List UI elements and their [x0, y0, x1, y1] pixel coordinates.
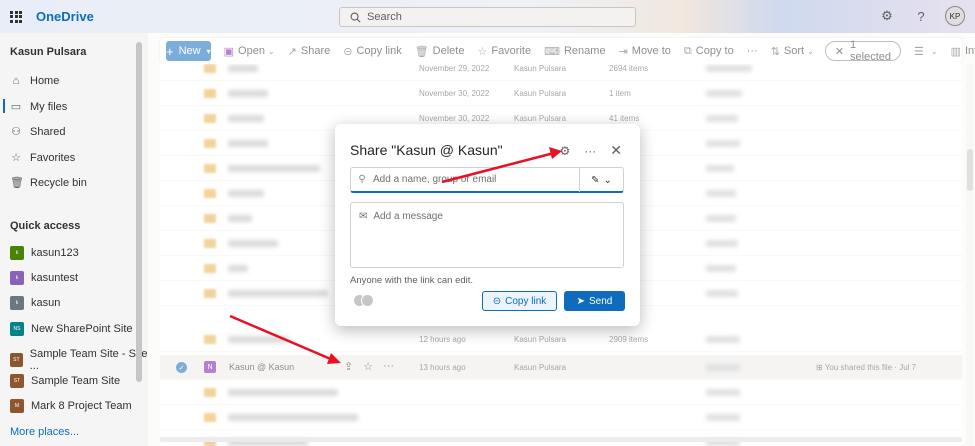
link-icon: ⊝: [492, 295, 502, 307]
quick-access-item[interactable]: k kasuntest: [10, 271, 78, 285]
quick-access-title: Quick access: [10, 220, 81, 232]
message-field[interactable]: ✉ Add a message: [350, 202, 624, 268]
message-placeholder: Add a message: [373, 211, 443, 222]
sidebar-item-shared[interactable]: ⚇ Shared: [10, 125, 66, 139]
sidebar-item-label: Recycle bin: [30, 176, 87, 189]
copy-link-label: Copy link: [505, 295, 547, 307]
settings-gear-icon[interactable]: ⚙: [560, 144, 571, 158]
sidebar-item-favorites[interactable]: ☆ Favorites: [10, 151, 76, 165]
site-tile-icon: M: [10, 399, 24, 413]
share-dialog: Share "Kasun @ Kasun" ⚙ ··· ✕ ⚲ ✎⌄ ✉ Add …: [335, 124, 640, 326]
top-bar: OneDrive Search ⚙ ? KP: [0, 0, 975, 33]
link-settings-text[interactable]: Anyone with the link can edit.: [350, 275, 473, 286]
site-tile-icon: k: [10, 271, 24, 285]
quick-access-item[interactable]: ST Sample Team Site - Site ...: [10, 348, 148, 372]
sidebar-item-home[interactable]: ⌂ Home: [10, 75, 60, 87]
sidebar: Kasun Pulsara ⌂ Home ▭ My files ⚇ Shared ☆ F…: [0, 33, 148, 446]
user-name: Kasun Pulsara: [10, 46, 87, 58]
quick-access-item[interactable]: k kasun: [10, 296, 60, 310]
quick-access-label: kasun: [31, 297, 61, 309]
message-icon: ✉: [359, 211, 368, 222]
person-icon: ⚲: [358, 174, 366, 185]
copy-link-button[interactable]: ⊝ Copy link: [482, 291, 557, 311]
sidebar-item-my-files[interactable]: ▭ My files: [2, 99, 68, 113]
sidebar-scrollbar[interactable]: [136, 42, 142, 382]
quick-access-label: kasun123: [31, 247, 79, 259]
site-tile-icon: ST: [10, 353, 23, 367]
quick-access-item[interactable]: k kasun123: [10, 246, 79, 260]
quick-access-label: kasuntest: [31, 272, 79, 284]
chevron-down-icon: ⌄: [603, 174, 612, 186]
search-box[interactable]: Search: [339, 7, 636, 27]
quick-access-label: Mark 8 Project Team: [31, 400, 132, 412]
people-icon: ⚇: [11, 126, 21, 138]
help-icon[interactable]: ?: [911, 6, 931, 26]
site-tile-icon: k: [10, 296, 24, 310]
close-icon[interactable]: ✕: [610, 142, 622, 159]
quick-access-label: Sample Team Site - Site ...: [29, 348, 148, 372]
pencil-icon: ✎: [591, 174, 600, 186]
recipient-input[interactable]: [373, 174, 578, 185]
more-places-link[interactable]: More places...: [10, 426, 79, 438]
send-button[interactable]: ➤ Send: [564, 291, 625, 311]
send-icon: ➤: [576, 295, 586, 307]
sidebar-item-label: My files: [30, 100, 68, 113]
sidebar-item-label: Shared: [30, 125, 66, 138]
more-options-icon[interactable]: ···: [584, 144, 596, 158]
quick-access-item[interactable]: ST Sample Team Site: [10, 374, 120, 388]
app-name[interactable]: OneDrive: [36, 9, 94, 24]
user-avatar[interactable]: KP: [945, 6, 965, 26]
site-tile-icon: k: [10, 246, 24, 260]
share-dialog-title: Share "Kasun @ Kasun": [350, 142, 503, 158]
folder-icon: ▭: [10, 101, 22, 113]
quick-access-item[interactable]: NS New SharePoint Site: [10, 322, 133, 336]
quick-access-item[interactable]: M Mark 8 Project Team: [10, 399, 132, 413]
site-tile-icon: ST: [10, 374, 24, 388]
sidebar-item-recycle-bin[interactable]: 🗑 Recycle bin: [10, 176, 87, 190]
quick-access-label: Sample Team Site: [31, 375, 121, 387]
quick-access-label: New SharePoint Site: [31, 323, 133, 335]
sidebar-item-label: Home: [30, 75, 60, 87]
app-launcher-icon[interactable]: [10, 10, 22, 23]
permission-dropdown[interactable]: ✎ ⌄: [579, 168, 623, 192]
trash-icon: 🗑: [10, 177, 24, 189]
settings-gear-icon[interactable]: ⚙: [877, 6, 897, 26]
recipient-field[interactable]: ⚲ ✎⌄: [350, 167, 624, 193]
site-tile-icon: NS: [10, 322, 24, 336]
shared-with-avatars[interactable]: [353, 294, 377, 308]
send-label: Send: [589, 295, 613, 307]
search-placeholder: Search: [367, 11, 402, 23]
home-icon: ⌂: [12, 75, 20, 87]
sidebar-item-label: Favorites: [30, 151, 76, 164]
star-icon: ☆: [11, 152, 21, 164]
search-icon: [350, 12, 361, 22]
